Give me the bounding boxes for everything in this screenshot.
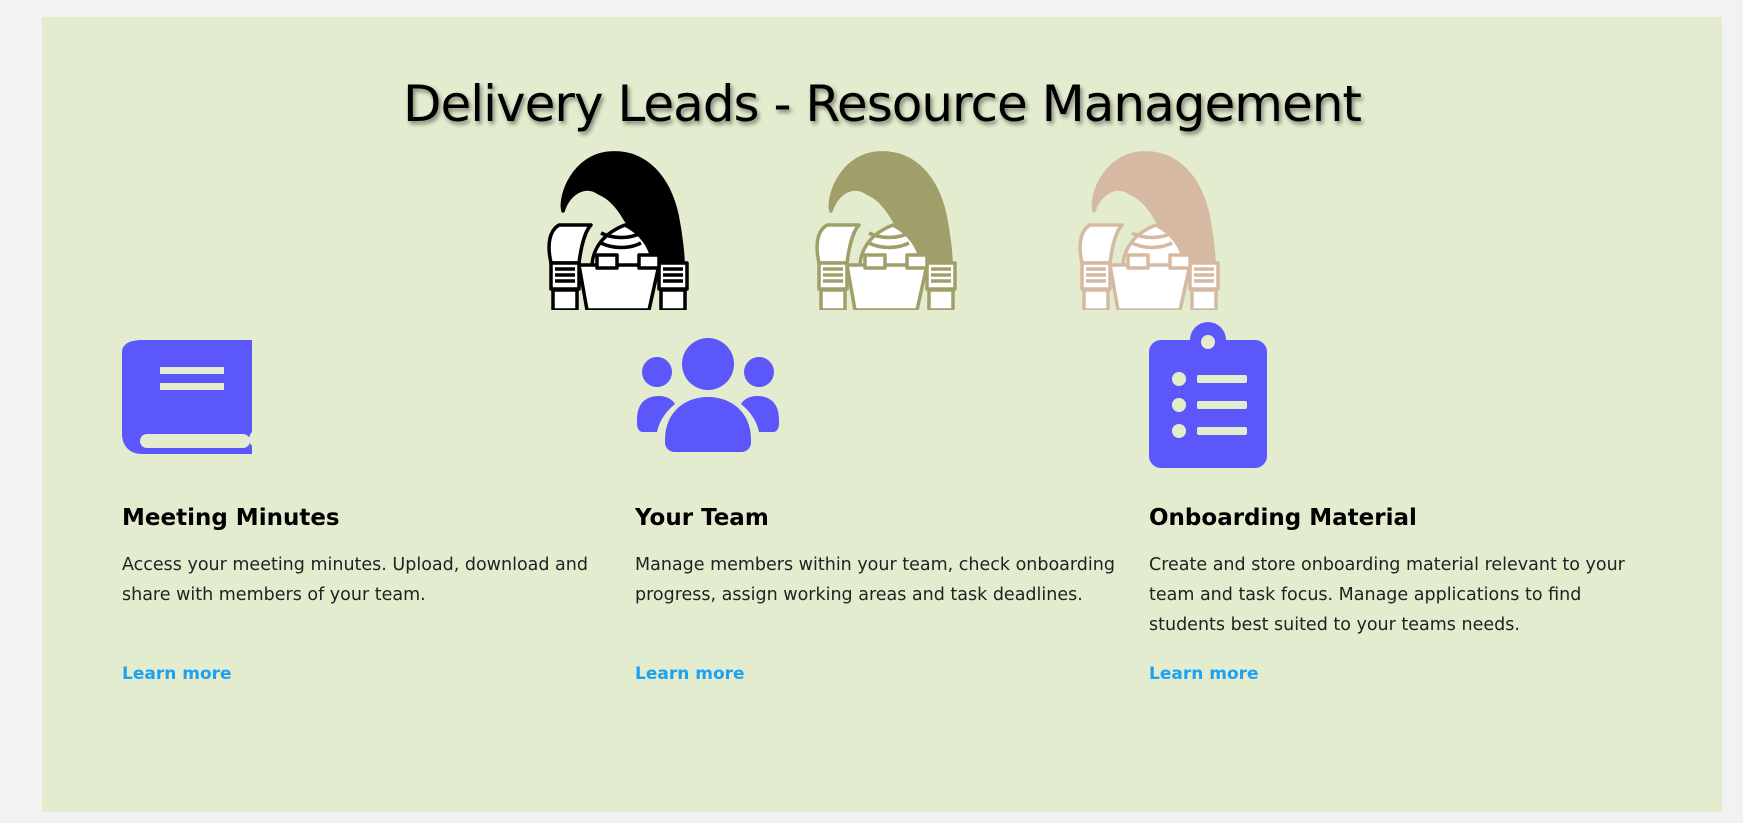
learn-more-link[interactable]: Learn more: [1149, 664, 1259, 684]
thoth-ibis-icon: [1078, 151, 1220, 310]
clipboard-list-icon: [1149, 322, 1267, 468]
main-panel: Delivery Leads - Resource Management Mee…: [42, 17, 1722, 812]
mascot-row: [42, 135, 1722, 310]
learn-more-link[interactable]: Learn more: [122, 664, 232, 684]
card-description: Access your meeting minutes. Upload, dow…: [122, 555, 588, 605]
feature-card-your-team: Your Team Manage members within your tea…: [635, 322, 1135, 722]
card-description: Create and store onboarding material rel…: [1149, 555, 1625, 635]
card-title: Your Team: [635, 505, 769, 531]
thoth-ibis-icon: [815, 151, 957, 310]
card-title: Onboarding Material: [1149, 505, 1417, 531]
book-icon: [122, 340, 252, 454]
card-description: Manage members within your team, check o…: [635, 555, 1115, 605]
card-title: Meeting Minutes: [122, 505, 340, 531]
learn-more-link[interactable]: Learn more: [635, 664, 745, 684]
thoth-ibis-icon: [547, 151, 689, 310]
team-icon: [637, 338, 779, 452]
feature-card-meeting-minutes: Meeting Minutes Access your meeting minu…: [122, 322, 622, 722]
feature-card-onboarding-material: Onboarding Material Create and store onb…: [1149, 322, 1649, 722]
